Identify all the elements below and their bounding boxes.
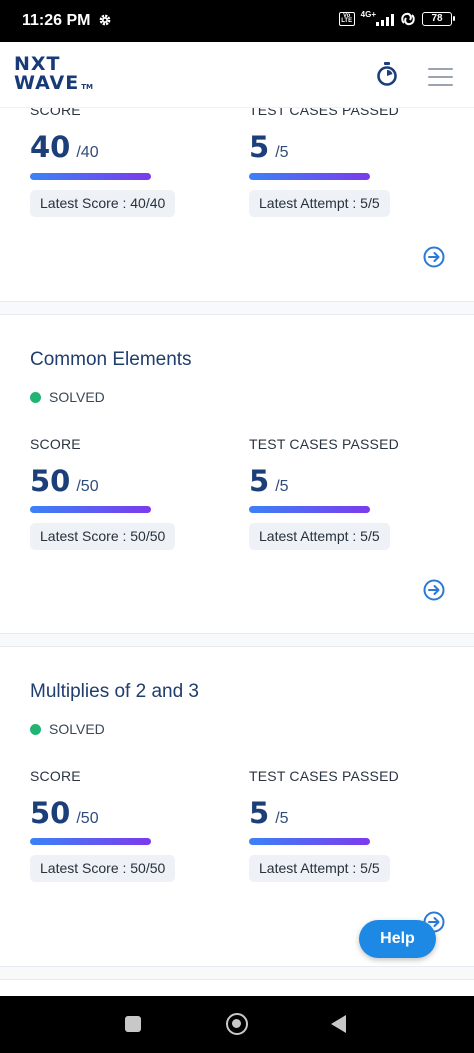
recent-apps-icon[interactable]	[125, 1016, 141, 1032]
status-badge: SOLVED	[30, 721, 105, 737]
test-cases-number: 5	[249, 464, 270, 498]
latest-attempt-badge: Latest Attempt : 5/5	[249, 523, 390, 550]
settings-gear-icon	[99, 14, 111, 26]
status-bar: 11:26 PM Vo LTE 4G+ 78	[0, 0, 474, 42]
logo-line2: WAVE	[14, 72, 80, 94]
test-cases-total: /5	[275, 144, 289, 161]
test-cases-progress-bar	[249, 506, 370, 513]
status-text: SOLVED	[49, 389, 105, 405]
latest-attempt-badge: Latest Attempt : 5/5	[249, 855, 390, 882]
battery-icon: 78	[422, 12, 455, 26]
problem-card: Multiplies of 2 and 3 SOLVED SCORE TEST …	[0, 647, 474, 967]
hamburger-menu-icon[interactable]	[428, 68, 453, 92]
test-cases-total: /5	[275, 810, 289, 827]
test-cases-label: TEST CASES PASSED	[249, 768, 399, 784]
card-separator	[0, 301, 474, 315]
latest-attempt-badge: Latest Attempt : 5/5	[249, 190, 390, 217]
test-cases-label: TEST CASES PASSED	[249, 108, 399, 118]
test-cases-total: /5	[275, 478, 289, 495]
open-problem-arrow-icon[interactable]	[423, 579, 445, 601]
score-label: SCORE	[30, 436, 81, 452]
test-cases-value: 5 /5	[249, 796, 289, 830]
help-button[interactable]: Help	[359, 920, 436, 958]
status-time: 11:26 PM	[22, 12, 91, 29]
test-cases-label: TEST CASES PASSED	[249, 436, 399, 452]
test-cases-number: 5	[249, 130, 270, 164]
score-progress-bar	[30, 506, 151, 513]
score-number: 40	[30, 130, 71, 164]
score-label: SCORE	[30, 768, 81, 784]
problem-title[interactable]: Common Elements	[30, 349, 192, 371]
system-nav-bar	[0, 996, 474, 1053]
latest-score-badge: Latest Score : 50/50	[30, 855, 176, 882]
test-cases-number: 5	[249, 796, 270, 830]
card-separator	[0, 966, 474, 980]
score-number: 50	[30, 796, 71, 830]
results-list: SCORE TEST CASES PASSED 40 /40 5 /5 Late…	[0, 108, 474, 996]
score-label: SCORE	[30, 108, 81, 118]
score-total: /40	[76, 144, 99, 161]
home-icon[interactable]	[226, 1013, 248, 1035]
solved-dot-icon	[30, 723, 41, 735]
problem-title[interactable]: Multiplies of 2 and 3	[30, 681, 199, 703]
test-cases-value: 5 /5	[249, 130, 289, 164]
solved-dot-icon	[30, 391, 41, 403]
test-cases-value: 5 /5	[249, 464, 289, 498]
problem-card: Common Elements SOLVED SCORE TEST CASES …	[0, 315, 474, 633]
test-cases-progress-bar	[249, 838, 370, 845]
test-cases-progress-bar	[249, 173, 370, 180]
latest-score-badge: Latest Score : 40/40	[30, 190, 176, 217]
card-separator	[0, 633, 474, 647]
latest-score-badge: Latest Score : 50/50	[30, 523, 176, 550]
status-text: SOLVED	[49, 721, 105, 737]
stopwatch-icon[interactable]	[376, 62, 398, 86]
score-total: /50	[76, 810, 99, 827]
problem-card: SCORE TEST CASES PASSED 40 /40 5 /5 Late…	[0, 108, 474, 300]
app-header: NXT WAVE TM	[0, 42, 474, 108]
status-indicators: Vo LTE 4G+ 78	[338, 9, 455, 26]
score-number: 50	[30, 464, 71, 498]
nxtwave-logo[interactable]: NXT WAVE TM	[14, 55, 93, 97]
score-value: 40 /40	[30, 130, 99, 164]
status-badge: SOLVED	[30, 389, 105, 405]
score-value: 50 /50	[30, 464, 99, 498]
score-total: /50	[76, 478, 99, 495]
logo-tm: TM	[81, 83, 93, 91]
score-value: 50 /50	[30, 796, 99, 830]
score-progress-bar	[30, 173, 151, 180]
open-problem-arrow-icon[interactable]	[423, 246, 445, 268]
score-progress-bar	[30, 838, 151, 845]
signal-icon	[376, 13, 394, 26]
network-type: 4G+	[360, 9, 376, 19]
back-icon[interactable]	[331, 1015, 346, 1033]
volte-icon: Vo LTE	[338, 12, 355, 26]
hotspot-icon	[401, 12, 415, 26]
